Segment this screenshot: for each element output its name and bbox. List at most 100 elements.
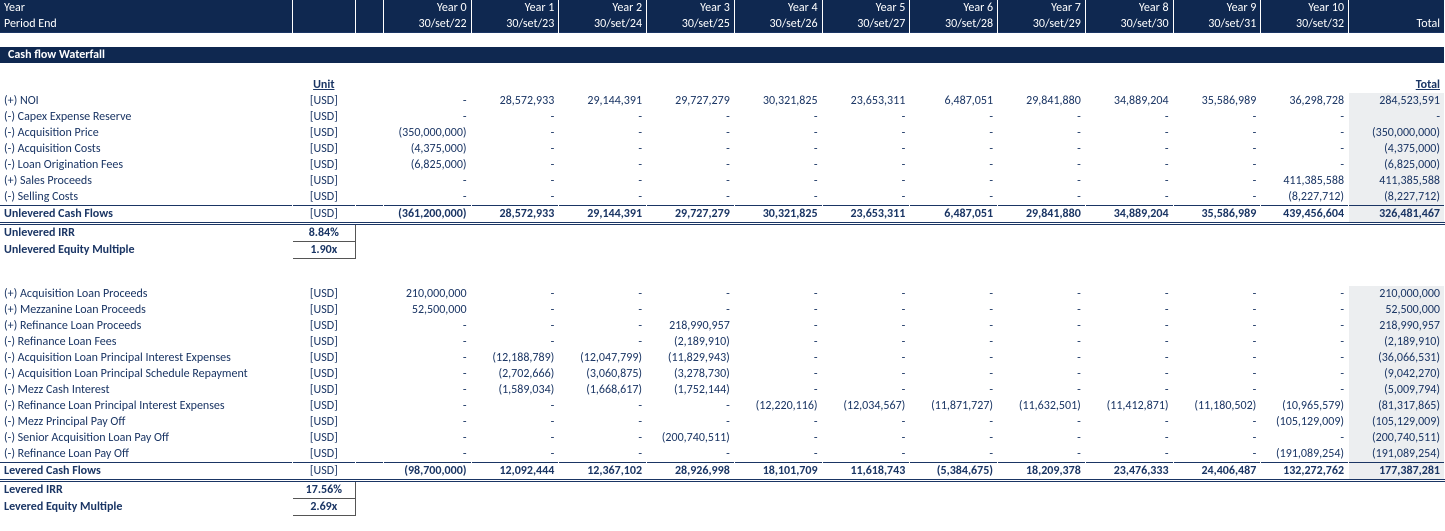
unit-header: Unit bbox=[293, 77, 356, 93]
cell: - bbox=[822, 173, 910, 189]
cell: (1,668,617) bbox=[559, 382, 647, 398]
metric-label: Unlevered Equity Multiple bbox=[0, 241, 293, 258]
cell: - bbox=[1173, 414, 1261, 430]
cell: - bbox=[383, 318, 471, 334]
row-label: (-) Refinance Loan Fees bbox=[0, 334, 293, 350]
cell: 23,653,311 bbox=[822, 93, 910, 109]
cell: 23,653,311 bbox=[822, 205, 910, 223]
cell: - bbox=[910, 189, 998, 206]
table-row: (-) Capex Expense Reserve[USD]----------… bbox=[0, 109, 1445, 125]
row-unit: [USD] bbox=[293, 463, 356, 481]
table-row: (+) Refinance Loan Proceeds[USD]---218,9… bbox=[0, 318, 1445, 334]
row-total: (6,825,000) bbox=[1349, 157, 1445, 173]
cell: 35,586,989 bbox=[1173, 93, 1261, 109]
cell: - bbox=[559, 318, 647, 334]
unlevered-irr-row: Unlevered IRR 8.84% bbox=[0, 223, 1445, 241]
row-label: (+) Mezzanine Loan Proceeds bbox=[0, 302, 293, 318]
cell: - bbox=[910, 286, 998, 302]
cell: - bbox=[383, 446, 471, 463]
cell: - bbox=[383, 430, 471, 446]
row-total: (200,740,511) bbox=[1349, 430, 1445, 446]
cell: - bbox=[647, 446, 735, 463]
cell: - bbox=[1085, 125, 1173, 141]
row-total: (2,189,910) bbox=[1349, 334, 1445, 350]
row-unit: [USD] bbox=[293, 157, 356, 173]
cell: - bbox=[1261, 157, 1349, 173]
cell: - bbox=[822, 318, 910, 334]
cell: 18,209,378 bbox=[998, 463, 1086, 481]
row-label: (-) Acquisition Price bbox=[0, 125, 293, 141]
cell: - bbox=[383, 398, 471, 414]
cell: - bbox=[1173, 302, 1261, 318]
cell: - bbox=[1173, 141, 1261, 157]
cell: - bbox=[998, 109, 1086, 125]
cell: - bbox=[734, 302, 822, 318]
cell: - bbox=[998, 125, 1086, 141]
cell: - bbox=[734, 125, 822, 141]
row-label: (-) Capex Expense Reserve bbox=[0, 109, 293, 125]
cell: - bbox=[998, 430, 1086, 446]
cell: - bbox=[822, 414, 910, 430]
cell: - bbox=[822, 125, 910, 141]
cell: - bbox=[383, 334, 471, 350]
cell: - bbox=[1173, 125, 1261, 141]
row-unit: [USD] bbox=[293, 189, 356, 206]
cell: - bbox=[647, 302, 735, 318]
cell: - bbox=[647, 141, 735, 157]
cell: - bbox=[734, 334, 822, 350]
cell: 411,385,588 bbox=[1261, 173, 1349, 189]
table-row: (+) Mezzanine Loan Proceeds[USD]52,500,0… bbox=[0, 302, 1445, 318]
cell: - bbox=[1261, 366, 1349, 382]
cell: - bbox=[998, 157, 1086, 173]
cell: - bbox=[910, 430, 998, 446]
cell: - bbox=[383, 109, 471, 125]
row-unit: [USD] bbox=[293, 414, 356, 430]
year-col: Year 5 bbox=[822, 0, 910, 16]
cell: - bbox=[910, 125, 998, 141]
row-unit: [USD] bbox=[293, 141, 356, 157]
cell: (10,965,579) bbox=[1261, 398, 1349, 414]
row-label: (-) Refinance Loan Principal Interest Ex… bbox=[0, 398, 293, 414]
cell: - bbox=[471, 414, 559, 430]
unlevered-mult-row: Unlevered Equity Multiple 1.90x bbox=[0, 241, 1445, 258]
cell: - bbox=[383, 382, 471, 398]
cell: - bbox=[822, 109, 910, 125]
date-col: 30/set/32 bbox=[1261, 16, 1349, 33]
cell: - bbox=[910, 173, 998, 189]
row-unit: [USD] bbox=[293, 173, 356, 189]
cell: 29,841,880 bbox=[998, 93, 1086, 109]
cell: - bbox=[1085, 414, 1173, 430]
row-total: (350,000,000) bbox=[1349, 125, 1445, 141]
row-label: (-) Selling Costs bbox=[0, 189, 293, 206]
cell: 34,889,204 bbox=[1085, 205, 1173, 223]
date-col: 30/set/28 bbox=[910, 16, 998, 33]
cell: - bbox=[1261, 302, 1349, 318]
cell: - bbox=[734, 414, 822, 430]
year-col: Year 0 bbox=[383, 0, 471, 16]
cell: (98,700,000) bbox=[383, 463, 471, 481]
cell: - bbox=[734, 446, 822, 463]
levered-irr-value: 17.56% bbox=[293, 481, 356, 499]
cell: 132,272,762 bbox=[1261, 463, 1349, 481]
row-unit: [USD] bbox=[293, 334, 356, 350]
cell: (12,220,116) bbox=[734, 398, 822, 414]
cell: 11,618,743 bbox=[822, 463, 910, 481]
cell: 18,101,709 bbox=[734, 463, 822, 481]
cell: - bbox=[1261, 286, 1349, 302]
cell: 12,367,102 bbox=[559, 463, 647, 481]
levered-mult-value: 2.69x bbox=[293, 499, 356, 516]
table-row: (+) Sales Proceeds[USD]----------411,385… bbox=[0, 173, 1445, 189]
row-total: (8,227,712) bbox=[1349, 189, 1445, 206]
cell: - bbox=[647, 157, 735, 173]
table-row: (-) Senior Acquisition Loan Pay Off[USD]… bbox=[0, 430, 1445, 446]
row-total: 177,387,281 bbox=[1349, 463, 1445, 481]
cell: - bbox=[998, 350, 1086, 366]
row-total: 218,990,957 bbox=[1349, 318, 1445, 334]
year-col: Year 3 bbox=[647, 0, 735, 16]
row-total: (191,089,254) bbox=[1349, 446, 1445, 463]
cell: (4,375,000) bbox=[383, 141, 471, 157]
cell: - bbox=[822, 382, 910, 398]
cell: - bbox=[1085, 382, 1173, 398]
cell: - bbox=[1173, 318, 1261, 334]
cell: - bbox=[822, 366, 910, 382]
